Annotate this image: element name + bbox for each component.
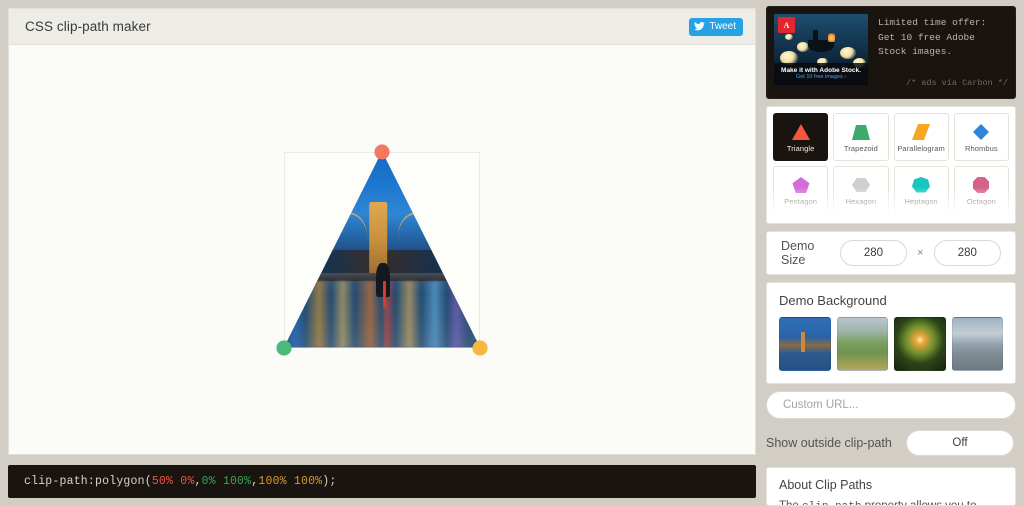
trapezoid-icon	[851, 124, 870, 140]
shape-tile-label: Triangle	[786, 143, 815, 153]
code-point-3: 100% 100%	[258, 475, 323, 488]
ad-caption: Make it with Adobe Stock. Get 10 free im…	[774, 63, 868, 85]
code-function-open: polygon(	[95, 475, 152, 488]
twitter-bird-icon	[694, 22, 706, 31]
demo-height-input[interactable]: 280	[933, 240, 1002, 266]
generated-css-code[interactable]: clip-path: polygon( 50% 0% , 0% 100% , 1…	[8, 465, 756, 498]
about-inline-code: clip-path	[802, 501, 861, 505]
demo-width-input[interactable]: 280	[839, 240, 908, 266]
demo-background-title: Demo Background	[779, 293, 887, 308]
background-thumbnails	[779, 317, 1003, 371]
rhombus-icon	[973, 123, 990, 140]
shape-tile-label: Hexagon	[845, 196, 877, 206]
parallelogram-icon	[912, 123, 931, 140]
adobe-logo-icon: A	[778, 17, 795, 33]
shape-tile-octagon[interactable]: Octagon	[953, 166, 1009, 214]
handle-top[interactable]	[374, 144, 390, 159]
shape-tile-rhombus[interactable]: Rhombus	[953, 113, 1009, 161]
ad-line-1: Limited time offer:	[878, 17, 987, 28]
handle-bottom-left[interactable]	[276, 340, 292, 355]
clip-path-maker-app: CSS clip-path maker Tweet clip-path: pol…	[0, 0, 1024, 506]
tweet-label: Tweet	[709, 20, 736, 32]
demo-size-label: Demo Size	[781, 239, 815, 267]
shape-tile-label: Rhombus	[964, 143, 998, 153]
shape-tile-label: Octagon	[966, 196, 996, 206]
hexagon-icon	[851, 177, 870, 192]
shape-tile-parallelogram[interactable]: Parallelogram	[893, 113, 949, 161]
custom-url-input[interactable]: Custom URL...	[766, 391, 1016, 419]
ad-thumbnail[interactable]: A Make it with Adobe Stock. Get 10 free …	[774, 14, 868, 85]
app-header: CSS clip-path maker Tweet	[8, 8, 756, 44]
code-sep-2: ,	[251, 475, 259, 488]
ad-line-2: Get 10 free Adobe	[878, 31, 975, 43]
shape-tile-pentagon[interactable]: Pentagon	[773, 166, 829, 214]
shape-tile-decagon[interactable]: Decagon	[833, 219, 889, 223]
shape-tile-rabbet[interactable]: Rabbet	[953, 219, 1009, 223]
demo-stage	[276, 144, 488, 355]
demo-background-section: Demo Background	[766, 282, 1016, 384]
demo-size-row: Demo Size 280 × 280	[766, 231, 1016, 275]
shape-tile-bevel[interactable]: Bevel	[893, 219, 949, 223]
ad-caption-text: Make it with Adobe Stock.	[781, 66, 861, 74]
code-function-close: );	[322, 475, 337, 488]
ad-cta-link[interactable]: Get 10 free images ›	[796, 74, 846, 81]
code-point-2: 0% 100%	[201, 475, 252, 488]
octagon-icon	[973, 176, 990, 193]
shape-tile-triangle[interactable]: Triangle	[773, 113, 829, 161]
about-section: About Clip Paths The clip-path property …	[766, 467, 1016, 506]
demo-canvas	[8, 44, 756, 455]
sidebar: A Make it with Adobe Stock. Get 10 free …	[766, 0, 1024, 506]
about-title: About Clip Paths	[779, 478, 873, 492]
triangle-icon	[791, 123, 810, 140]
bridge-night-thumb[interactable]	[779, 317, 831, 371]
size-separator: ×	[917, 247, 924, 259]
code-property: clip-path:	[24, 475, 96, 488]
about-body: The clip-path property allows you to mak…	[779, 498, 1003, 506]
shape-picker: Triangle Trapezoid Parallelogram Rhombus Pen…	[766, 106, 1016, 224]
beach-thumb[interactable]	[951, 317, 1003, 371]
shape-tile-label: Heptagon	[904, 196, 938, 206]
handle-bottom-right[interactable]	[472, 340, 488, 355]
sparkler-thumb[interactable]	[894, 317, 946, 371]
editor-column: CSS clip-path maker Tweet clip-path: pol…	[0, 0, 766, 506]
show-outside-row: Show outside clip-path Off	[766, 426, 1016, 460]
shape-tile-label: Pentagon	[784, 196, 818, 206]
show-outside-toggle[interactable]: Off	[906, 430, 1014, 456]
about-text-before: The	[779, 500, 803, 506]
custom-url-row: Custom URL...	[766, 391, 1016, 419]
code-sep-1: ,	[194, 475, 202, 488]
shape-tile-trapezoid[interactable]: Trapezoid	[833, 113, 889, 161]
code-point-1: 50% 0%	[151, 475, 195, 488]
ad-copy: Limited time offer: Get 10 free Adobe St…	[878, 14, 1008, 91]
carbon-ad[interactable]: A Make it with Adobe Stock. Get 10 free …	[766, 6, 1016, 99]
shape-tile-label: Trapezoid	[843, 143, 878, 153]
shape-tile-label: Parallelogram	[897, 143, 945, 153]
shape-grid: Triangle Trapezoid Parallelogram Rhombus Pen…	[773, 113, 1009, 223]
pentagon-icon	[792, 176, 810, 193]
shape-tile-hexagon[interactable]: Hexagon	[833, 166, 889, 214]
green-hills-thumb[interactable]	[836, 317, 888, 371]
heptagon-icon	[912, 176, 931, 192]
page-title: CSS clip-path maker	[25, 19, 151, 34]
shape-tile-heptagon[interactable]: Heptagon	[893, 166, 949, 214]
show-outside-label: Show outside clip-path	[766, 436, 892, 450]
tweet-button[interactable]: Tweet	[689, 17, 743, 36]
ad-line-3: Stock images.	[878, 46, 953, 58]
shape-tile-nonagon[interactable]: Nonagon	[773, 219, 829, 223]
ad-attribution: /* ads via Carbon */	[905, 77, 1008, 88]
